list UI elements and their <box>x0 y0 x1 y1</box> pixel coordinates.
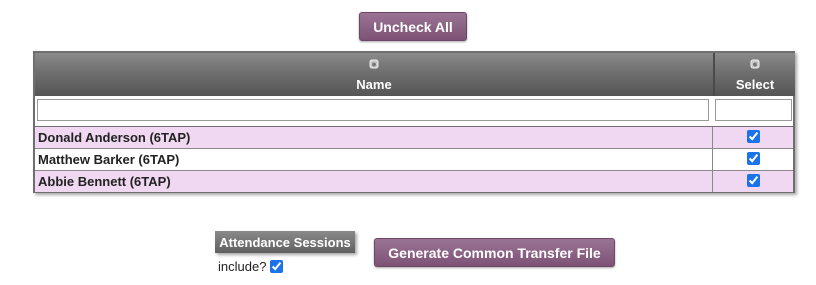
student-name: Matthew Barker (6TAP) <box>38 152 180 167</box>
generate-ctf-button[interactable]: Generate Common Transfer File <box>374 238 615 267</box>
column-header-name[interactable]: Name <box>35 53 715 96</box>
column-header-select[interactable]: Select <box>715 53 795 96</box>
filter-row <box>35 96 793 127</box>
student-grid: Name Select Donald Anderson (6TAP) Matth… <box>33 51 795 193</box>
student-name: Donald Anderson (6TAP) <box>38 130 191 145</box>
include-label: include? <box>218 259 267 274</box>
column-label-select: Select <box>735 77 775 92</box>
column-divider <box>712 149 713 170</box>
table-row[interactable]: Matthew Barker (6TAP) <box>35 149 793 170</box>
sort-icon[interactable] <box>369 59 379 69</box>
name-filter-input[interactable] <box>37 99 709 121</box>
select-checkbox[interactable] <box>747 130 760 143</box>
select-filter-input[interactable] <box>715 99 792 121</box>
select-checkbox[interactable] <box>747 152 760 165</box>
include-attendance-option[interactable]: include? <box>218 259 284 274</box>
column-divider <box>712 171 713 192</box>
uncheck-all-button[interactable]: Uncheck All <box>359 12 467 41</box>
include-attendance-checkbox[interactable] <box>270 260 284 273</box>
select-checkbox[interactable] <box>747 174 760 187</box>
sort-icon[interactable] <box>750 59 760 69</box>
column-divider <box>712 127 713 148</box>
table-row[interactable]: Abbie Bennett (6TAP) <box>35 171 793 192</box>
column-label-name: Name <box>356 77 392 92</box>
attendance-sessions-header: Attendance Sessions <box>215 231 355 253</box>
student-name: Abbie Bennett (6TAP) <box>38 174 171 189</box>
table-row[interactable]: Donald Anderson (6TAP) <box>35 127 793 148</box>
